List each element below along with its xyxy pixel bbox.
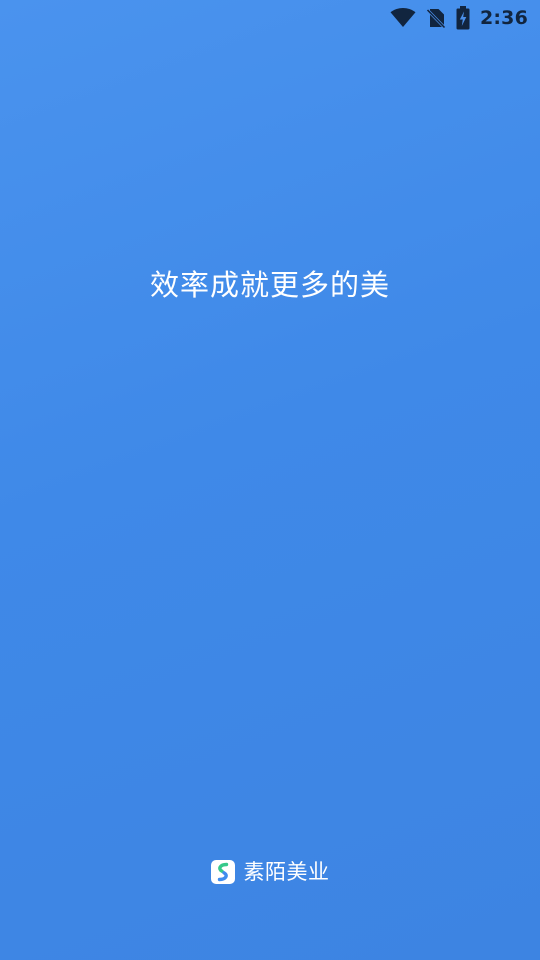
battery-charging-icon <box>456 6 470 30</box>
app-logo-icon <box>210 860 235 884</box>
status-icons: 2:36 <box>390 5 528 31</box>
status-bar: 2:36 <box>0 0 540 36</box>
splash-slogan: 效率成就更多的美 <box>149 268 390 302</box>
status-time: 2:36 <box>479 7 528 29</box>
brand-name: 素陌美业 <box>243 860 330 884</box>
brand-footer: 素陌美业 <box>0 857 540 887</box>
wifi-icon <box>390 8 416 27</box>
no-sim-icon <box>426 8 446 29</box>
